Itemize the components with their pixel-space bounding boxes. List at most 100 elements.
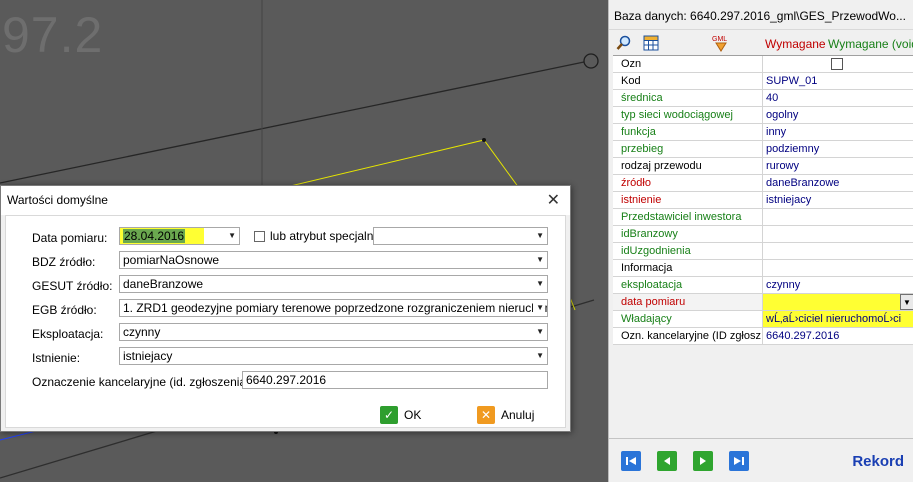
gesut-select[interactable]: daneBranzowe ▼: [119, 275, 548, 293]
grid-row-funkcja[interactable]: funkcja inny: [613, 124, 913, 141]
chevron-down-icon[interactable]: ▼: [228, 228, 236, 244]
record-navigator: Rekord: [609, 438, 913, 482]
istnienie-value: istniejacy: [123, 349, 173, 363]
grid-key: idBranzowy: [613, 226, 763, 242]
grid-value[interactable]: 6640.297.2016: [763, 328, 913, 344]
data-pomiaru-dropdown[interactable]: ▼: [763, 294, 913, 310]
grid-row-srednica[interactable]: średnica 40: [613, 90, 913, 107]
cancel-button[interactable]: ✕ Anuluj: [477, 404, 534, 426]
grid-value[interactable]: wĹ‚aĹ›ciciel nieruchomoĹ›ci: [763, 311, 913, 327]
grid-value[interactable]: 40: [763, 90, 913, 106]
egb-select[interactable]: 1. ZRD1 geodezyjne pomiary terenowe popr…: [119, 299, 548, 317]
previous-record-icon[interactable]: [657, 451, 677, 471]
grid-value[interactable]: rurowy: [763, 158, 913, 174]
ozn-checkbox[interactable]: [831, 58, 843, 70]
record-label: Rekord: [852, 453, 904, 470]
grid-row-przebieg[interactable]: przebieg podziemny: [613, 141, 913, 158]
grid-row-zrodlo[interactable]: źródło daneBranzowe: [613, 175, 913, 192]
svg-text:GML: GML: [712, 36, 727, 43]
egb-value: 1. ZRD1 geodezyjne pomiary terenowe popr…: [123, 301, 548, 315]
grid-value[interactable]: [763, 56, 913, 72]
gesut-label: GESUT źródło:: [32, 279, 113, 293]
eksploatacja-value: czynny: [123, 325, 161, 339]
required-label[interactable]: Wymagane: [765, 37, 826, 51]
dialog-titlebar[interactable]: Wartości domyślne ✕: [1, 186, 570, 215]
grid-key: średnica: [613, 90, 763, 106]
grid-row-data-pomiaru[interactable]: data pomiaru ▼: [613, 294, 913, 311]
grid-key: Kod: [613, 73, 763, 89]
last-record-icon[interactable]: [729, 451, 749, 471]
grid-key: Informacja: [613, 260, 763, 276]
chevron-down-icon[interactable]: ▼: [536, 228, 544, 244]
grid-row-idbranzowy[interactable]: idBranzowy: [613, 226, 913, 243]
bdz-select[interactable]: pomiarNaOsnowe ▼: [119, 251, 548, 269]
grid-value[interactable]: daneBranzowe: [763, 175, 913, 191]
magnifier-icon[interactable]: [614, 33, 633, 52]
bdz-value: pomiarNaOsnowe: [123, 253, 220, 267]
grid-key: funkcja: [613, 124, 763, 140]
close-icon[interactable]: ✕: [547, 186, 560, 215]
chevron-down-icon[interactable]: ▼: [900, 294, 913, 310]
grid-key: źródło: [613, 175, 763, 191]
grid-row-kod[interactable]: Kod SUPW_01: [613, 73, 913, 90]
highlight-field: [763, 294, 913, 310]
grid-value[interactable]: [763, 243, 913, 259]
special-attr-label[interactable]: lub atrybut specjalny: [270, 229, 379, 243]
required-void-label[interactable]: Wymagane (void: [828, 37, 913, 51]
table-icon[interactable]: [641, 33, 660, 52]
cancel-label: Anuluj: [501, 408, 535, 422]
checkmark-icon: ✓: [380, 406, 398, 424]
special-attr-select[interactable]: ▼: [373, 227, 548, 245]
grid-key: przebieg: [613, 141, 763, 157]
grid-value[interactable]: [763, 226, 913, 242]
default-values-dialog: Wartości domyślne ✕ Data pomiaru: 28.04.…: [0, 185, 571, 432]
grid-row-ozn[interactable]: Ozn: [613, 56, 913, 73]
grid-key: eksploatacja: [613, 277, 763, 293]
gml-download-icon[interactable]: GML: [709, 33, 733, 52]
map-node-circle: [583, 53, 599, 69]
attribute-grid: Ozn Kod SUPW_01 średnica 40 typ sieci wo…: [613, 55, 913, 345]
grid-row-ozn-kancelaryjne[interactable]: Ozn. kancelaryjne (ID zgłosz 6640.297.20…: [613, 328, 913, 345]
istnienie-label: Istnienie:: [32, 351, 81, 365]
eksploatacja-select[interactable]: czynny ▼: [119, 323, 548, 341]
map-line-upper: [0, 61, 585, 184]
grid-value[interactable]: [763, 209, 913, 225]
ok-button[interactable]: ✓ OK: [380, 404, 421, 426]
chevron-down-icon[interactable]: ▼: [536, 276, 544, 292]
grid-key: Przedstawiciel inwestora: [613, 209, 763, 225]
gesut-value: daneBranzowe: [123, 277, 204, 291]
grid-row-rodzaj-przewodu[interactable]: rodzaj przewodu rurowy: [613, 158, 913, 175]
grid-row-wladajacy[interactable]: Władający wĹ‚aĹ›ciciel nieruchomoĹ›ci: [613, 311, 913, 328]
grid-row-informacja[interactable]: Informacja: [613, 260, 913, 277]
grid-row-iduzgodnienia[interactable]: idUzgodnienia: [613, 243, 913, 260]
eksploatacja-label: Eksploatacja:: [32, 327, 104, 341]
kancelaryjne-input[interactable]: 6640.297.2016: [242, 371, 548, 389]
grid-value[interactable]: ogolny: [763, 107, 913, 123]
next-record-icon[interactable]: [693, 451, 713, 471]
first-record-icon[interactable]: [621, 451, 641, 471]
date-picker[interactable]: 28.04.2016 ▼: [119, 227, 240, 245]
chevron-down-icon[interactable]: ▼: [536, 324, 544, 340]
chevron-down-icon[interactable]: ▼: [536, 252, 544, 268]
grid-key: Ozn. kancelaryjne (ID zgłosz: [613, 328, 763, 344]
chevron-down-icon[interactable]: ▼: [536, 348, 544, 364]
grid-value[interactable]: inny: [763, 124, 913, 140]
special-attr-checkbox[interactable]: [254, 231, 265, 242]
grid-value[interactable]: [763, 260, 913, 276]
grid-row-istnienie[interactable]: istnienie istniejacy: [613, 192, 913, 209]
chevron-down-icon[interactable]: ▼: [533, 300, 544, 316]
map-vertex: [482, 138, 486, 142]
ok-label: OK: [404, 408, 422, 422]
grid-value[interactable]: SUPW_01: [763, 73, 913, 89]
grid-row-przedstawiciel[interactable]: Przedstawiciel inwestora: [613, 209, 913, 226]
grid-key: idUzgodnienia: [613, 243, 763, 259]
grid-value[interactable]: czynny: [763, 277, 913, 293]
grid-value[interactable]: istniejacy: [763, 192, 913, 208]
istnienie-select[interactable]: istniejacy ▼: [119, 347, 548, 365]
grid-key: istnienie: [613, 192, 763, 208]
grid-key: Władający: [613, 311, 763, 327]
grid-key: data pomiaru: [613, 294, 763, 310]
grid-row-typ-sieci[interactable]: typ sieci wodociągowej ogolny: [613, 107, 913, 124]
grid-row-eksploatacja[interactable]: eksploatacja czynny: [613, 277, 913, 294]
grid-value[interactable]: podziemny: [763, 141, 913, 157]
